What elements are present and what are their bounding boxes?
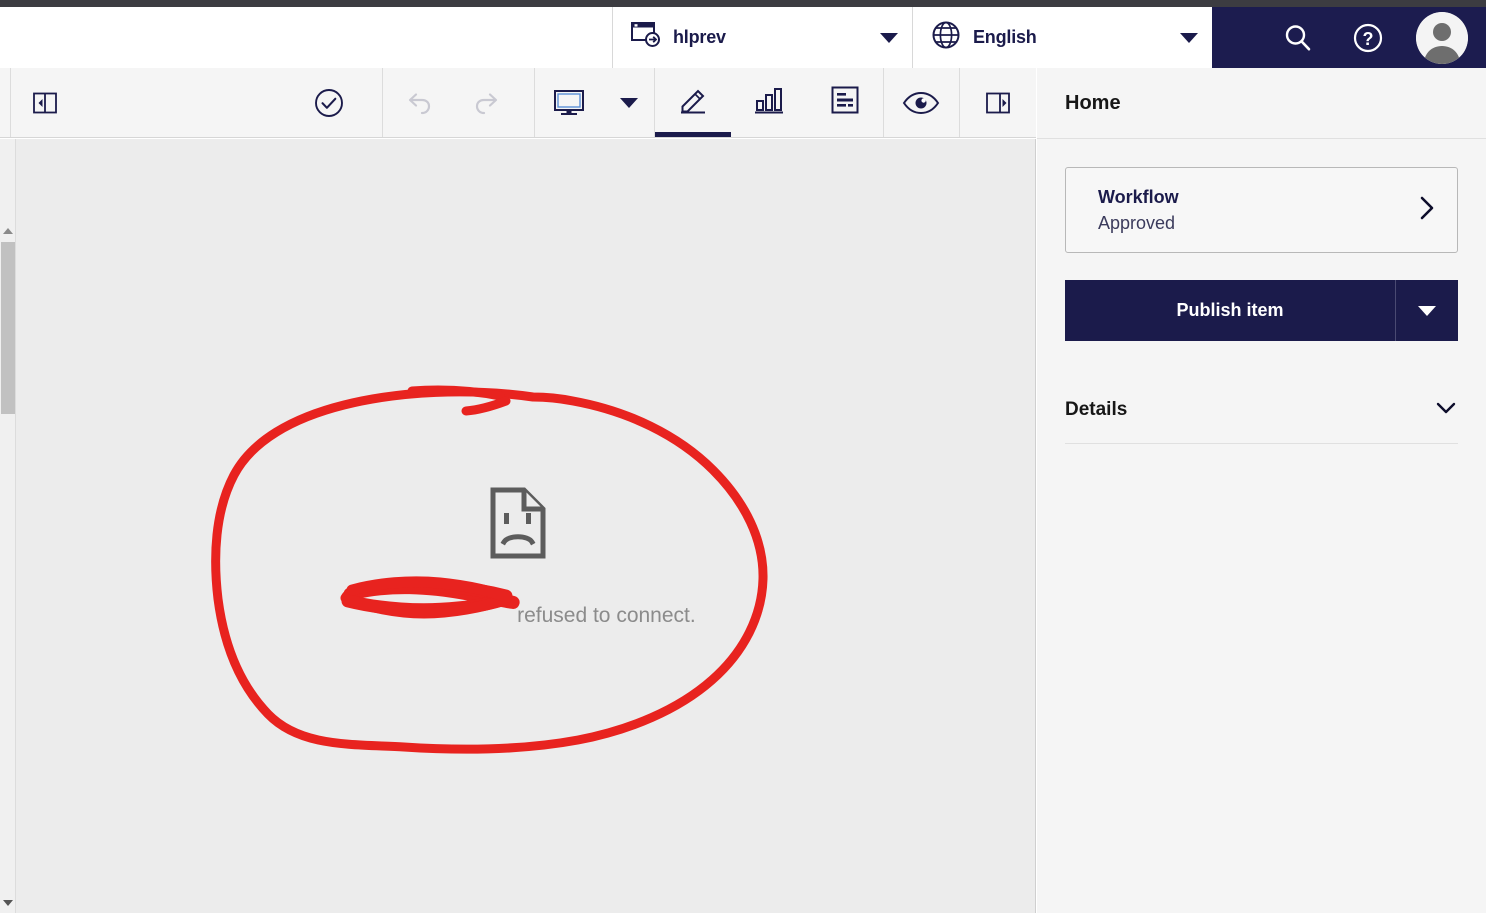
tab-content[interactable] — [807, 68, 883, 137]
chevron-down-icon — [620, 97, 639, 108]
editor-toolbar — [0, 68, 1036, 138]
toolbar-left-gap — [0, 68, 10, 137]
device-dropdown-caret[interactable] — [604, 68, 654, 137]
tab-edit[interactable] — [654, 68, 731, 137]
preview-content-area: hlprev.sc.dev.hl.netrefused to connect. — [0, 139, 1036, 913]
panel-title: Home — [1037, 68, 1486, 139]
sad-document-icon — [489, 487, 547, 564]
toolbar-group-modes — [654, 68, 883, 137]
tab-analytics[interactable] — [731, 68, 807, 137]
chevron-down-icon — [1418, 305, 1436, 316]
site-selector-label: hlprev — [673, 27, 726, 47]
details-label: Details — [1065, 399, 1128, 420]
avatar[interactable] — [1416, 11, 1468, 64]
scroll-down-arrow-icon[interactable] — [0, 895, 16, 911]
check-circle-icon[interactable] — [294, 68, 364, 137]
pencil-icon — [676, 84, 710, 121]
language-selector[interactable]: English — [912, 7, 1212, 68]
site-selector[interactable]: hlprev — [612, 7, 912, 68]
bar-chart-icon — [753, 85, 785, 120]
redo-icon[interactable] — [453, 68, 523, 137]
scroll-down-triangle — [3, 900, 13, 906]
right-panel: Home Workflow Approved Publish item Deta… — [1037, 68, 1486, 913]
app-header: hlprev English ? — [0, 7, 1486, 68]
chevron-down-icon — [880, 32, 898, 43]
toolbar-group-save — [294, 68, 364, 137]
chevron-down-icon — [1180, 32, 1198, 43]
site-preview-icon — [631, 21, 661, 54]
toolbar-group-device — [534, 68, 654, 137]
window-top-strip — [0, 0, 1486, 7]
workflow-card-text: Workflow Approved — [1098, 184, 1179, 236]
header-actions: ? — [1212, 7, 1486, 68]
collapse-left-panel-icon[interactable] — [10, 68, 80, 137]
search-icon[interactable] — [1276, 16, 1320, 60]
toolbar-group-panel — [10, 68, 80, 137]
help-icon[interactable]: ? — [1346, 16, 1390, 60]
error-message: hlprev.sc.dev.hl.netrefused to connect. — [339, 604, 696, 628]
chevron-right-icon — [1417, 195, 1437, 226]
scrollbar-thumb[interactable] — [1, 242, 15, 414]
expand-right-panel-icon[interactable] — [960, 68, 1036, 137]
publish-item-button[interactable]: Publish item — [1065, 280, 1395, 341]
error-message-text: refused to connect. — [517, 604, 696, 627]
workflow-card[interactable]: Workflow Approved — [1065, 167, 1458, 253]
content-list-icon — [829, 84, 861, 121]
globe-icon — [931, 20, 961, 55]
publish-options-button[interactable] — [1395, 280, 1458, 341]
undo-icon[interactable] — [383, 68, 453, 137]
workflow-label: Workflow — [1098, 186, 1179, 207]
eye-icon[interactable] — [883, 68, 959, 137]
toolbar-group-history — [383, 68, 523, 137]
details-section-header[interactable]: Details — [1065, 377, 1458, 444]
application-window: hlprev English ? refused to connect. Hom… — [0, 0, 1486, 913]
connection-error-block: hlprev.sc.dev.hl.netrefused to connect. — [0, 487, 1035, 628]
language-selector-label: English — [973, 27, 1037, 47]
panel-body: Workflow Approved Publish item Details — [1037, 139, 1486, 444]
scroll-up-arrow-icon[interactable] — [0, 223, 16, 239]
publish-button-group: Publish item — [1065, 280, 1458, 341]
monitor-icon[interactable] — [534, 68, 604, 137]
svg-text:?: ? — [1363, 29, 1374, 49]
workflow-status: Approved — [1098, 213, 1176, 233]
toolbar-group-preview — [883, 68, 959, 137]
toolbar-group-right-panel — [960, 68, 1036, 137]
scroll-up-triangle — [3, 228, 13, 234]
chevron-down-icon — [1434, 399, 1458, 422]
header-spacer — [0, 7, 612, 68]
